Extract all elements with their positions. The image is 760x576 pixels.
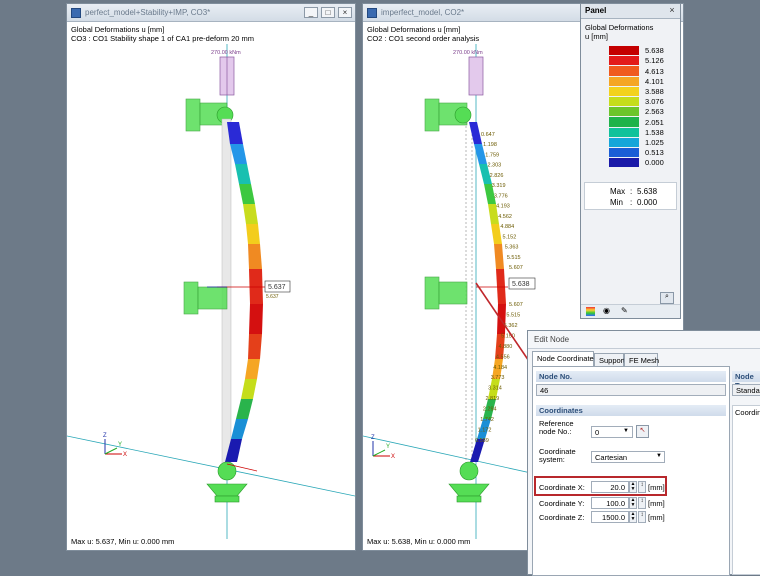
legend-value: 3.076 [645, 97, 664, 107]
panel-close-button[interactable]: × [667, 6, 677, 16]
coordinate-z-input[interactable]: 1500.0 [591, 511, 629, 523]
coordinate-z-label: Coordinate Z: [539, 513, 585, 522]
legend-row: 5.638 [609, 46, 664, 56]
legend-swatch [609, 97, 639, 107]
coordinates-header: Coordinates [536, 405, 726, 416]
legend-row: 0.513 [609, 148, 664, 158]
legend-swatch [609, 76, 639, 86]
coordinate-system-select[interactable]: Cartesian [591, 451, 665, 463]
color-scale-icon[interactable] [586, 307, 595, 316]
legend-value: 4.101 [645, 76, 664, 86]
panel-toolbar: ◉ ✎ [581, 304, 680, 318]
unit-label: [mm] [648, 483, 665, 492]
legend-value: 1.025 [645, 137, 664, 147]
coordinate-x-input[interactable]: 20.0 [591, 481, 629, 493]
coordinate-side-panel: Coordinate [732, 405, 760, 575]
coordinate-x-label: Coordinate X: [539, 483, 585, 492]
panel-heading: Global Deformations [585, 23, 654, 32]
display-icon[interactable]: ◉ [603, 306, 610, 315]
coordinate-x-stepper[interactable]: ▲ ▼ [629, 481, 637, 493]
legend-swatch [609, 107, 639, 117]
legend-row: 2.051 [609, 117, 664, 127]
legend-swatch [609, 127, 639, 137]
tab-node-coordinates[interactable]: Node Coordinates [532, 351, 597, 367]
legend-swatch [609, 56, 639, 66]
legend-value: 4.613 [645, 66, 664, 76]
legend-row: 3.588 [609, 86, 664, 97]
legend-swatch [609, 148, 639, 158]
legend-value: 5.638 [645, 46, 664, 56]
node-type-field[interactable]: Standard [732, 384, 760, 396]
chevron-down-icon: ▼ [623, 428, 629, 434]
tab-support[interactable]: Support [594, 353, 625, 367]
legend-row: 2.563 [609, 107, 664, 117]
legend-value: 2.051 [645, 117, 664, 127]
legend-row: 4.101 [609, 76, 664, 86]
legend-value: 5.126 [645, 56, 664, 66]
unit-label: [mm] [648, 513, 665, 522]
legend-row: 5.126 [609, 56, 664, 66]
coordinate-y-stepper[interactable]: ▲ ▼ [629, 497, 637, 509]
node-type-header: Node Type [732, 371, 760, 390]
legend-swatch [609, 86, 639, 97]
legend-value: 1.538 [645, 127, 664, 137]
tab-fe-mesh[interactable]: FE Mesh [624, 353, 659, 367]
legend-value: 2.563 [645, 107, 664, 117]
panel-title: Panel [581, 4, 680, 19]
node-no-header: Node No. [536, 371, 726, 382]
legend-row: 1.025 [609, 137, 664, 148]
node-no-field[interactable]: 46 [536, 384, 726, 396]
coordinate-y-label: Coordinate Y: [539, 499, 585, 508]
legend-value: 0.513 [645, 148, 664, 158]
legend-row: 3.076 [609, 97, 664, 107]
pick-z-icon[interactable]: ↕ [638, 511, 646, 523]
legend-swatch [609, 158, 639, 168]
legend-row: 0.000 [609, 158, 664, 168]
edit-icon[interactable]: ✎ [621, 306, 628, 315]
max-min-box: Max : 5.638 Min : 0.000 [584, 182, 677, 210]
legend-swatch [609, 117, 639, 127]
pick-x-icon[interactable]: ↕ [638, 481, 646, 493]
legend-swatch [609, 137, 639, 148]
legend-value: 0.000 [645, 158, 664, 168]
coordinate-y-input[interactable]: 100.0 [591, 497, 629, 509]
panel-zoom-button[interactable]: ⌕ [660, 292, 674, 304]
unit-label: [mm] [648, 499, 665, 508]
legend-row: 1.538 [609, 127, 664, 137]
pick-y-icon[interactable]: ↕ [638, 497, 646, 509]
legend-row: 4.613 [609, 66, 664, 76]
coordinate-z-stepper[interactable]: ▲ ▼ [629, 511, 637, 523]
legend-value: 3.588 [645, 86, 664, 96]
pick-node-button[interactable]: ↖ [636, 425, 649, 438]
dialog-title: Edit Node [528, 331, 760, 349]
edit-node-dialog[interactable]: Edit Node Node Coordinates Support FE Me… [527, 330, 760, 576]
results-panel[interactable]: Panel × Global Deformations u [mm] 5.638… [580, 3, 681, 319]
legend-swatch [609, 66, 639, 76]
legend-swatch [609, 46, 639, 56]
panel-unit: u [mm] [585, 32, 608, 41]
chevron-down-icon: ▼ [656, 453, 662, 459]
tab-content [532, 366, 730, 576]
